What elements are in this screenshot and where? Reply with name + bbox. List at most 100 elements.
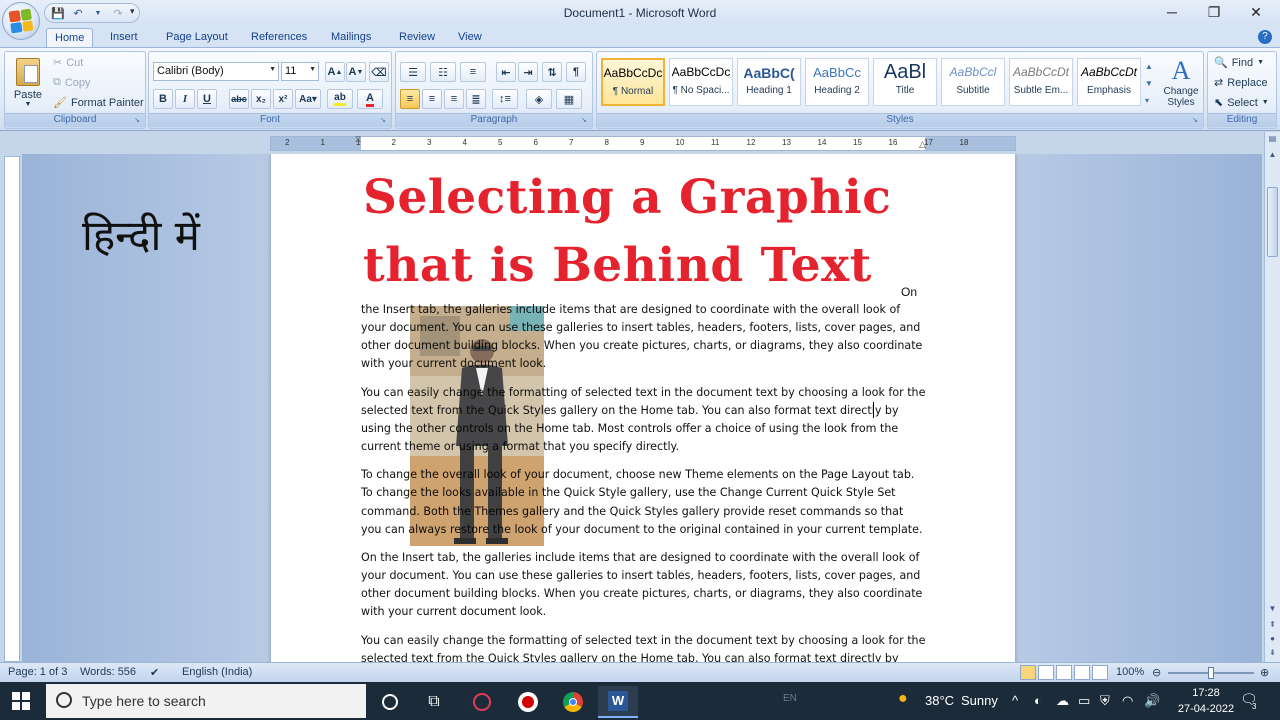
indent-marker-icon[interactable]: ⧖ [355,134,361,145]
zoom-in-icon[interactable]: ⊕ [1260,666,1269,679]
change-styles-button[interactable]: A Change Styles [1159,56,1203,108]
align-right-button[interactable]: ≡ [444,89,464,109]
style-heading-2[interactable]: AaBbCc Heading 2 [805,58,869,106]
tab-mailings[interactable]: Mailings [323,28,379,48]
browse-object-icon[interactable]: ● [1266,634,1279,648]
format-painter-button[interactable]: 🖌 Format Painter [53,96,144,110]
scroll-down-icon[interactable]: ▼ [1266,604,1279,618]
style-subtitle[interactable]: AaBbCcl Subtitle [941,58,1005,106]
select-button[interactable]: ⬉ Select ▼ [1214,96,1269,110]
underline-button[interactable]: U [197,89,217,109]
screen-sketch-icon[interactable] [462,686,502,718]
ruler-toggle-icon[interactable]: ▤ [1266,134,1279,148]
web-layout-view-button[interactable] [1056,665,1072,680]
show-formatting-button[interactable]: ¶ [566,62,586,82]
style-emphasis[interactable]: AaBbCcDt Emphasis [1077,58,1141,106]
system-clock[interactable]: 17:28 27-04-2022 [1176,685,1236,717]
borders-button[interactable]: ▦ [556,89,582,109]
copy-button[interactable]: ⧉ Copy [53,76,91,89]
gallery-scroll[interactable]: ▲ ▼ ▾ [1145,58,1155,109]
style-subtle-emphasis[interactable]: AaBbCcDt Subtle Em... [1009,58,1073,106]
vertical-scrollbar[interactable]: ▤ ▲ ▼ ⇞ ● ⇟ [1264,132,1280,662]
scroll-thumb[interactable] [1267,187,1278,257]
multilevel-list-button[interactable]: ≡ [460,62,486,82]
tab-references[interactable]: References [243,28,315,48]
numbering-button[interactable]: ☷ [430,62,456,82]
zoom-level[interactable]: 100% [1116,666,1144,678]
zoom-slider-knob[interactable] [1208,667,1214,679]
paste-button[interactable]: Paste ▼ [11,56,45,108]
shading-button[interactable]: ◈ [526,89,552,109]
find-button[interactable]: 🔍 Find ▼ [1214,56,1264,70]
language[interactable]: English (India) [182,666,252,678]
style-normal[interactable]: AaBbCcDc ¶ Normal [601,58,665,106]
change-case-button[interactable]: Aa▾ [295,89,321,109]
strikethrough-button[interactable]: abc [229,89,249,109]
clear-formatting-button[interactable]: ⌫ [369,62,389,82]
document-page[interactable]: Selecting a Graphic that is Behind Text … [271,154,1015,662]
defender-icon[interactable]: ⛨ [1100,693,1110,709]
tab-review[interactable]: Review [391,28,443,48]
style-heading-1[interactable]: AaBbC(Heading 1 [737,58,801,106]
weather-temp[interactable]: 38°C [925,693,954,708]
font-name-select[interactable]: Calibri (Body) ▼ [153,62,279,81]
draft-view-button[interactable] [1092,665,1108,680]
wifi-icon[interactable]: ◠ [1122,693,1133,709]
tab-insert[interactable]: Insert [102,28,146,48]
style-no-spacing[interactable]: AaBbCcDc ¶ No Spaci... [669,58,733,106]
justify-button[interactable]: ≣ [466,89,486,109]
paragraph-launcher-icon[interactable]: ↘ [581,117,589,125]
right-indent-marker-icon[interactable]: △ [919,139,926,150]
sort-button[interactable]: ⇅ [542,62,562,82]
font-color-button[interactable]: A [357,89,383,109]
sun-icon[interactable]: ● [898,690,908,708]
proofing-icon[interactable]: ✔ [150,666,159,679]
windows-start-icon[interactable] [12,692,30,710]
align-center-button[interactable]: ≡ [422,89,442,109]
meet-now-icon[interactable]: ◐ [1034,693,1042,708]
print-layout-view-button[interactable] [1020,665,1036,680]
page-count[interactable]: Page: 1 of 3 [8,666,67,678]
highlight-button[interactable]: ab [327,89,353,109]
tab-home[interactable]: Home [46,28,94,48]
scroll-up-icon[interactable]: ▲ [1266,150,1279,164]
cut-button[interactable]: ✂ Cut [53,56,83,70]
document-area[interactable]: हिन्दी में Selecting a Graphic that is B… [22,154,1262,662]
line-spacing-button[interactable]: ↕≡ [492,89,518,109]
volume-icon[interactable]: 🔊 [1144,693,1160,709]
office-button[interactable] [2,2,40,40]
network-icon[interactable]: ▭ [1078,693,1090,709]
horizontal-ruler[interactable]: 2 1 1 2 3 4 5 6 7 8 9 10 11 12 13 14 15 16 17 18 ⧖ △ [270,134,1016,151]
style-title[interactable]: AaBl Title [873,58,937,106]
chrome-icon[interactable] [553,686,593,718]
recorder-icon[interactable] [508,686,548,718]
behind-text-graphic[interactable] [410,306,544,546]
next-page-icon[interactable]: ⇟ [1266,648,1279,662]
word-taskbar-icon[interactable]: W [598,686,638,718]
subscript-button[interactable]: x₂ [251,89,271,109]
taskbar-search[interactable]: Type here to search [46,684,366,718]
cortana-icon[interactable] [370,686,410,718]
clipboard-launcher-icon[interactable]: ↘ [134,117,142,125]
word-count[interactable]: Words: 556 [80,666,136,678]
font-launcher-icon[interactable]: ↘ [380,117,388,125]
minimize-button[interactable]: ─ [1150,0,1194,24]
zoom-out-icon[interactable]: ⊖ [1152,666,1161,679]
vertical-ruler[interactable] [4,156,20,662]
weather-desc[interactable]: Sunny [961,693,998,708]
tab-page-layout[interactable]: Page Layout [158,28,236,48]
font-size-select[interactable]: 11 ▼ [281,62,319,81]
shrink-font-button[interactable]: A ▼ [346,62,366,82]
superscript-button[interactable]: x² [273,89,293,109]
chevron-up-icon[interactable]: ^ [1012,693,1018,708]
full-screen-reading-view-button[interactable] [1038,665,1054,680]
styles-launcher-icon[interactable]: ↘ [1192,117,1200,125]
restore-button[interactable]: ❐ [1192,0,1236,24]
increase-indent-button[interactable]: ⇥ [518,62,538,82]
paste-dropdown-icon[interactable]: ▼ [11,101,45,108]
help-icon[interactable]: ? [1258,30,1272,44]
bullets-button[interactable]: ☰ [400,62,426,82]
outline-view-button[interactable] [1074,665,1090,680]
onedrive-icon[interactable]: ☁ [1056,693,1069,709]
italic-button[interactable]: I [175,89,195,109]
